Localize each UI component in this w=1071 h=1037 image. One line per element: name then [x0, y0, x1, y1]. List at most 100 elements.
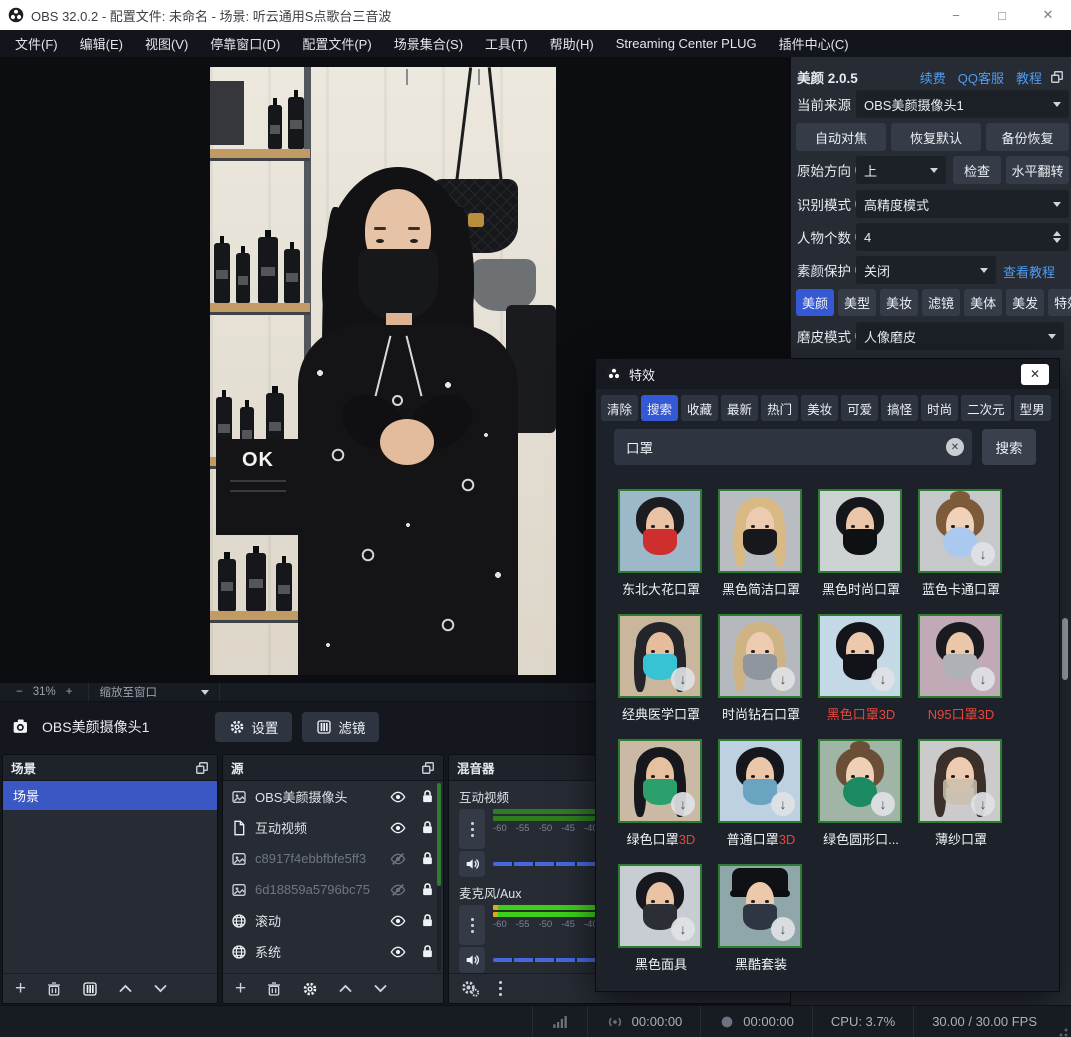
source-row[interactable]: 滚动	[223, 905, 443, 936]
effect-thumbnail[interactable]	[718, 489, 802, 573]
lock-icon[interactable]	[420, 789, 435, 804]
minimize-button[interactable]: −	[933, 0, 979, 30]
effect-thumbnail[interactable]: ↓	[818, 739, 902, 823]
effect-thumbnail[interactable]: ↓	[718, 614, 802, 698]
view-tutorial-link[interactable]: 查看教程	[1003, 262, 1055, 281]
plugin-link-0[interactable]: 续费	[920, 68, 946, 87]
download-icon[interactable]: ↓	[971, 792, 995, 816]
lock-icon[interactable]	[420, 851, 435, 866]
beauty-tab-美颜[interactable]: 美颜	[796, 289, 834, 316]
effects-tab-美妆[interactable]: 美妆	[801, 395, 838, 421]
spinner-down-icon[interactable]	[1053, 238, 1061, 247]
effect-thumbnail[interactable]: ↓	[718, 864, 802, 948]
source-row[interactable]: 系统	[223, 936, 443, 967]
add-scene-button[interactable]: +	[15, 979, 26, 998]
effects-tab-可爱[interactable]: 可爱	[841, 395, 878, 421]
eye-icon[interactable]	[390, 944, 406, 960]
mute-button[interactable]	[459, 947, 485, 973]
person-count-input[interactable]: 4	[856, 223, 1069, 251]
source-row[interactable]: 6d18859a5796bc75	[223, 874, 443, 905]
mixer-menu-button[interactable]	[499, 980, 502, 998]
move-source-down-button[interactable]	[373, 981, 388, 996]
beauty-tab-特效[interactable]: 特效	[1048, 289, 1071, 316]
maximize-button[interactable]: □	[979, 0, 1025, 30]
beauty-tab-滤镜[interactable]: 滤镜	[922, 289, 960, 316]
source-row[interactable]: c8917f4ebbfbfe5ff3	[223, 843, 443, 874]
search-input[interactable]	[614, 429, 972, 465]
clear-search-icon[interactable]: ✕	[946, 438, 964, 456]
download-icon[interactable]: ↓	[771, 917, 795, 941]
filters-button[interactable]: 滤镜	[302, 712, 379, 742]
resize-grip[interactable]	[1058, 1027, 1068, 1037]
effects-tab-清除[interactable]: 清除	[601, 395, 638, 421]
panel-scrollbar-thumb[interactable]	[1062, 618, 1068, 680]
download-icon[interactable]: ↓	[871, 792, 895, 816]
menu-item-9[interactable]: 插件中心(C)	[768, 30, 860, 57]
mute-button[interactable]	[459, 851, 485, 877]
remove-source-button[interactable]	[266, 981, 282, 997]
popout-icon[interactable]	[195, 761, 209, 775]
source-row[interactable]: OBS美颜摄像头	[223, 781, 443, 812]
add-source-button[interactable]: +	[235, 979, 246, 998]
lock-icon[interactable]	[420, 820, 435, 835]
channel-menu-button[interactable]	[459, 905, 485, 945]
effect-thumbnail[interactable]: ↓	[918, 739, 1002, 823]
move-scene-up-button[interactable]	[118, 981, 133, 996]
effect-thumbnail[interactable]: ↓	[918, 614, 1002, 698]
menu-item-4[interactable]: 配置文件(P)	[291, 30, 382, 57]
plugin-link-1[interactable]: QQ客服	[958, 68, 1004, 87]
effect-thumbnail[interactable]: ↓	[618, 864, 702, 948]
bareface-protect-dropdown[interactable]: 关闭	[856, 256, 996, 284]
eye-icon[interactable]	[390, 820, 406, 836]
menu-item-8[interactable]: Streaming Center PLUG	[605, 30, 768, 57]
effects-tab-型男[interactable]: 型男	[1014, 395, 1051, 421]
source-row[interactable]: 互动视频	[223, 812, 443, 843]
zoom-fit-dropdown[interactable]: 缩放至窗口	[89, 683, 220, 701]
eye-icon[interactable]	[390, 789, 406, 805]
effect-thumbnail[interactable]: ↓	[618, 739, 702, 823]
effect-thumbnail[interactable]: ↓	[718, 739, 802, 823]
number-spinner[interactable]	[1053, 227, 1061, 247]
download-icon[interactable]: ↓	[871, 667, 895, 691]
menu-item-3[interactable]: 停靠窗口(D)	[199, 30, 291, 57]
scene-filters-button[interactable]	[82, 981, 98, 997]
beauty-tab-美体[interactable]: 美体	[964, 289, 1002, 316]
zoom-in-button[interactable]: +	[60, 686, 79, 698]
settings-button[interactable]: 设置	[215, 712, 292, 742]
search-button[interactable]: 搜索	[982, 429, 1036, 465]
popout-icon[interactable]	[421, 761, 435, 775]
menu-item-6[interactable]: 工具(T)	[474, 30, 539, 57]
effects-tab-热门[interactable]: 热门	[761, 395, 798, 421]
move-scene-down-button[interactable]	[153, 981, 168, 996]
lock-icon[interactable]	[420, 882, 435, 897]
beauty-tab-美发[interactable]: 美发	[1006, 289, 1044, 316]
menu-item-1[interactable]: 编辑(E)	[69, 30, 134, 57]
restore-default-button[interactable]: 恢复默认	[891, 123, 981, 151]
menu-item-5[interactable]: 场景集合(S)	[383, 30, 474, 57]
plugin-link-2[interactable]: 教程	[1016, 68, 1042, 87]
lock-icon[interactable]	[420, 913, 435, 928]
recognition-mode-dropdown[interactable]: 高精度模式	[856, 190, 1069, 218]
effect-thumbnail[interactable]: ↓	[818, 614, 902, 698]
download-icon[interactable]: ↓	[971, 542, 995, 566]
dialog-close-button[interactable]: ✕	[1021, 364, 1049, 385]
zoom-out-button[interactable]: −	[10, 686, 29, 698]
menu-item-2[interactable]: 视图(V)	[134, 30, 199, 57]
menu-item-0[interactable]: 文件(F)	[4, 30, 69, 57]
beauty-tab-美妆[interactable]: 美妆	[880, 289, 918, 316]
effect-thumbnail[interactable]	[618, 489, 702, 573]
effect-thumbnail[interactable]: ↓	[918, 489, 1002, 573]
eye-off-icon[interactable]	[390, 851, 406, 867]
effect-thumbnail[interactable]: ↓	[618, 614, 702, 698]
effects-tab-二次元[interactable]: 二次元	[961, 395, 1011, 421]
sources-scrollbar[interactable]	[437, 783, 441, 971]
backup-restore-button[interactable]: 备份恢复	[986, 123, 1069, 151]
advanced-audio-button[interactable]	[461, 980, 479, 998]
download-icon[interactable]: ↓	[671, 917, 695, 941]
current-source-dropdown[interactable]: OBS美颜摄像头1	[856, 90, 1069, 118]
effects-tab-最新[interactable]: 最新	[721, 395, 758, 421]
remove-scene-button[interactable]	[46, 981, 62, 997]
popout-icon[interactable]	[1050, 70, 1064, 84]
effects-tab-时尚[interactable]: 时尚	[921, 395, 958, 421]
move-source-up-button[interactable]	[338, 981, 353, 996]
